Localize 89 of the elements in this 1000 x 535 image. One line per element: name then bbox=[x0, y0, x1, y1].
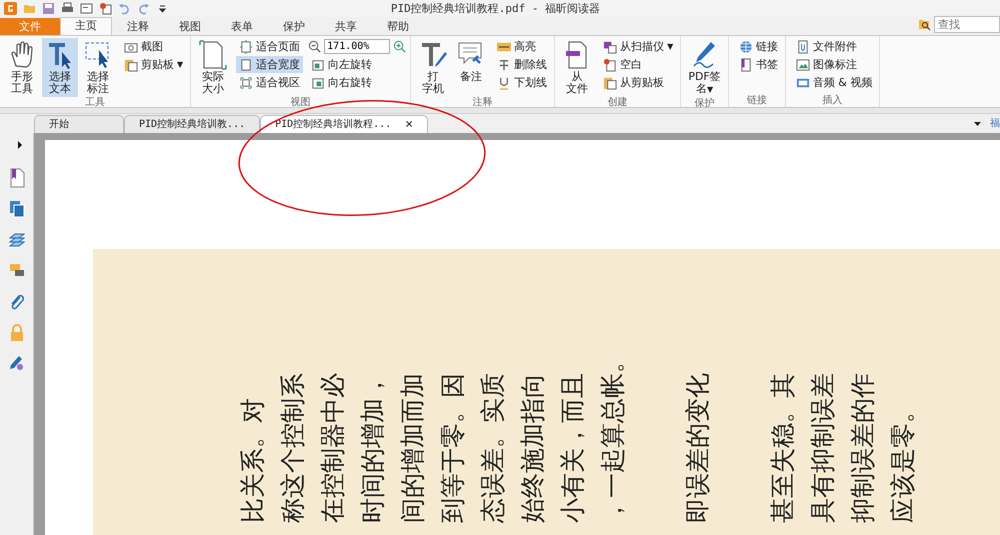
group-label: 注释 bbox=[472, 97, 494, 109]
typewriter-icon bbox=[419, 40, 448, 70]
group-label: 链接 bbox=[746, 95, 768, 107]
text-line: 称这个控制系 bbox=[278, 372, 308, 523]
text-line: 具有抑制误差 bbox=[808, 372, 838, 523]
zoom-in-icon[interactable] bbox=[393, 40, 406, 53]
clipboard-icon bbox=[603, 76, 618, 90]
text-line: 态误差。实质 bbox=[478, 372, 508, 523]
search-field[interactable]: 查找 bbox=[934, 16, 1000, 33]
ribbon-button[interactable]: 选择 文本 bbox=[42, 38, 78, 97]
window-icon[interactable] bbox=[80, 2, 93, 15]
paperclip-icon bbox=[796, 40, 810, 54]
rotate-left-icon bbox=[311, 58, 326, 72]
text-line: 间的增加而加 bbox=[398, 372, 428, 523]
ribbon-button[interactable]: 从 文件 bbox=[559, 38, 596, 97]
blank-page-icon bbox=[603, 58, 618, 72]
ribbon-button[interactable]: 文件附件 bbox=[792, 38, 876, 55]
ribbon-button[interactable]: 音频 & 视频 bbox=[792, 74, 876, 91]
ribbon-button[interactable]: 备注 bbox=[453, 38, 490, 97]
group-label: 创建 bbox=[606, 97, 629, 109]
ribbon-button[interactable]: 向左旋转 bbox=[308, 56, 406, 73]
ribbon-button[interactable]: 选择 标注 bbox=[80, 38, 116, 97]
group-label: 工具 bbox=[84, 97, 106, 109]
fit-area-icon bbox=[239, 76, 254, 90]
ribbon-button[interactable]: 从扫描仪 ▼ bbox=[600, 38, 676, 55]
menu-tab[interactable]: 表单 bbox=[216, 18, 268, 35]
document-tab[interactable]: PID控制经典培训教... bbox=[124, 115, 260, 133]
ribbon-button[interactable]: 向右旋转 bbox=[308, 74, 406, 91]
text-line: 比关系。对 bbox=[238, 397, 268, 523]
group-label: 插入 bbox=[822, 95, 844, 107]
ribbon-button[interactable]: 从剪贴板 bbox=[600, 74, 676, 91]
window-title: PID控制经典培训教程.pdf - 福昕阅读器 bbox=[390, 1, 602, 16]
text-line: 小有关，而且 bbox=[558, 372, 588, 523]
scanner-icon bbox=[603, 40, 618, 54]
folder-search-icon[interactable] bbox=[918, 18, 931, 31]
page-icon bbox=[199, 40, 228, 70]
ribbon-button[interactable]: 适合视区 bbox=[236, 74, 304, 91]
group-label: 保护 bbox=[694, 98, 716, 110]
text-line: 在控制器中必 bbox=[318, 372, 348, 523]
ribbon-button[interactable]: 空白 bbox=[600, 56, 676, 73]
text-line: 到等于零。因 bbox=[438, 372, 468, 523]
print-icon[interactable] bbox=[61, 2, 74, 15]
menu-tab[interactable]: 主页 bbox=[60, 17, 112, 35]
ribbon-button[interactable]: 链接 bbox=[736, 38, 781, 55]
zoom-out-icon[interactable] bbox=[308, 40, 322, 53]
image-icon bbox=[796, 58, 810, 72]
save-icon[interactable] bbox=[42, 2, 55, 15]
panel-tab[interactable]: 福 bbox=[990, 116, 1000, 130]
ribbon-button[interactable]: 图像标注 bbox=[792, 56, 876, 73]
text-line: 即误差的变化 bbox=[683, 372, 713, 523]
ribbon-button[interactable]: 高亮 bbox=[494, 38, 550, 55]
text-line: 时间的增加， bbox=[358, 372, 388, 523]
text-line: 始终施加指向 bbox=[518, 372, 548, 523]
ribbon-button[interactable]: 打 字机 bbox=[415, 38, 452, 97]
text-cursor-icon bbox=[46, 40, 74, 70]
ribbon-button[interactable]: 剪贴板 ▼ bbox=[121, 56, 186, 73]
ribbon-button[interactable]: 适合页面 bbox=[236, 38, 304, 55]
menu-tab[interactable]: 帮助 bbox=[372, 18, 424, 35]
new-page-icon[interactable] bbox=[99, 2, 112, 15]
bookmark-icon[interactable] bbox=[8, 168, 24, 188]
menu-tab[interactable]: 注释 bbox=[112, 18, 164, 35]
fit-page-icon bbox=[239, 40, 254, 54]
rotate-right-icon bbox=[311, 76, 326, 90]
ribbon-button[interactable]: 书签 bbox=[736, 56, 781, 73]
text-line: 甚至失稳。其 bbox=[768, 372, 798, 523]
text-line: 抑制误差的作 bbox=[848, 372, 878, 523]
zoom-field[interactable]: 171.00% bbox=[324, 39, 390, 54]
ribbon-button[interactable]: 手形 工具 bbox=[4, 38, 40, 97]
ribbon-button[interactable]: 截图 bbox=[121, 38, 186, 55]
pages-icon[interactable] bbox=[8, 199, 24, 219]
document-tab[interactable]: PID控制经典培训教程... × bbox=[260, 115, 428, 133]
clipboard-icon bbox=[124, 58, 138, 72]
menu-tab[interactable]: 视图 bbox=[164, 18, 216, 35]
menu-tab[interactable]: 保护 bbox=[268, 18, 320, 35]
ribbon-button[interactable]: 实际 大小 bbox=[195, 38, 232, 97]
ribbon-button[interactable]: PDF签 名▼ bbox=[685, 38, 724, 98]
close-tab-button[interactable]: × bbox=[405, 116, 414, 133]
document-tab[interactable]: 开始 bbox=[34, 115, 124, 133]
bookmark-icon bbox=[738, 58, 753, 72]
paperclip-icon[interactable] bbox=[8, 292, 24, 312]
ribbon-button[interactable]: 下划线 bbox=[494, 74, 550, 91]
group-label: 视图 bbox=[290, 97, 312, 109]
ribbon-button[interactable]: 删除线 bbox=[494, 56, 550, 73]
text-line: 应该是零。 bbox=[888, 397, 918, 523]
ribbon-button[interactable]: 适合宽度 bbox=[236, 56, 304, 73]
menu-tab[interactable]: 共享 bbox=[320, 18, 372, 35]
globe-icon bbox=[738, 40, 753, 54]
fit-width-icon bbox=[239, 58, 254, 72]
text-line: ，一起算总帐。 bbox=[598, 347, 628, 523]
